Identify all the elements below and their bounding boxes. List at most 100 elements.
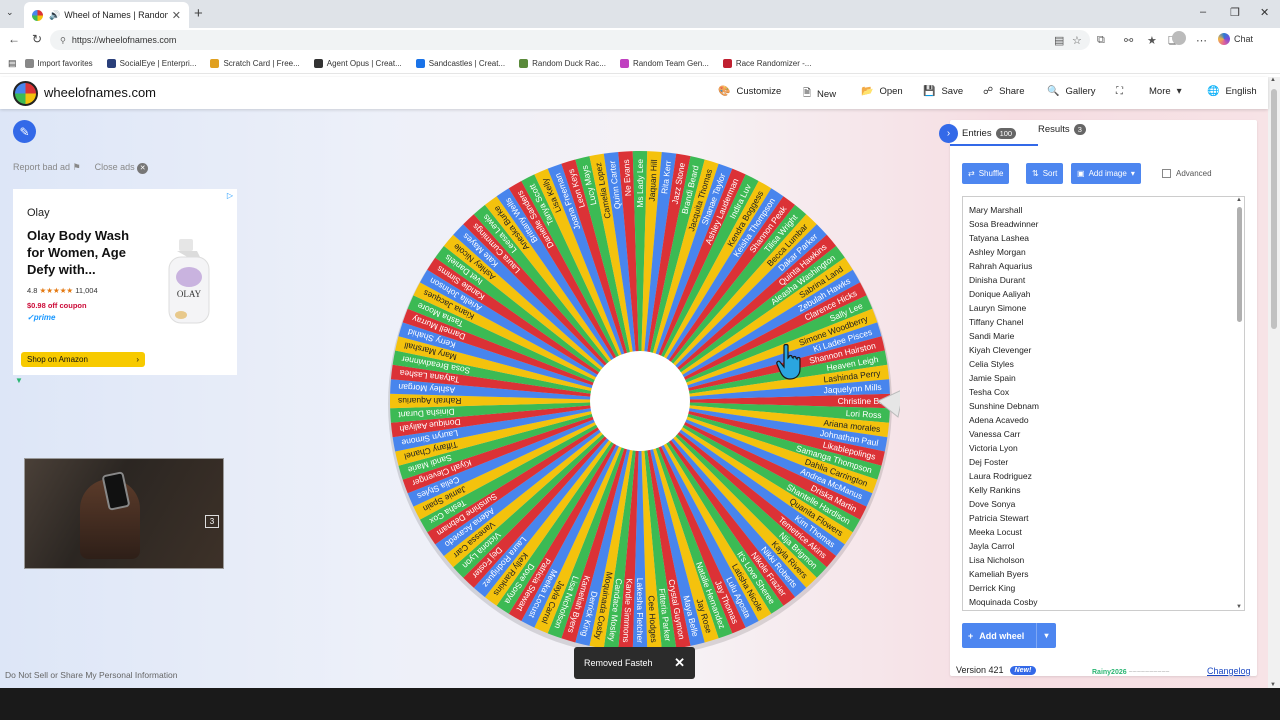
bookmark-item[interactable]: SocialEye | Enterpri...	[106, 59, 196, 68]
product-image[interactable]: OLAY	[161, 237, 221, 327]
entry-item[interactable]: Meeka Locust	[969, 525, 1244, 539]
entry-item[interactable]: Sunshine Debnam	[969, 399, 1244, 413]
entry-item[interactable]: Vanessa Carr	[969, 427, 1244, 441]
scroll-up-icon[interactable]: ▲	[1236, 197, 1242, 203]
wheel-center[interactable]	[590, 351, 690, 451]
adchoices-icon[interactable]: ▷	[227, 191, 233, 200]
bookmark-item[interactable]: Race Randomizer -...	[722, 59, 811, 68]
bookmark-item[interactable]: Agent Opus | Creat...	[313, 59, 402, 68]
entry-item[interactable]: Sosa Breadwinner	[969, 217, 1244, 231]
entry-item[interactable]: Jayla Carrol	[969, 539, 1244, 553]
entry-item[interactable]: Tesha Cox	[969, 385, 1244, 399]
save-button[interactable]: 💾 Save	[923, 86, 963, 97]
entry-item[interactable]: Mary Marshall	[969, 203, 1244, 217]
close-window-icon[interactable]: ✕	[1260, 6, 1269, 19]
entry-item[interactable]: Kelly Rankins	[969, 483, 1244, 497]
speaker-icon[interactable]: 🔊	[49, 10, 60, 21]
entry-item[interactable]: Kiyah Clevenger	[969, 343, 1244, 357]
entry-item[interactable]: Derrick King	[969, 581, 1244, 595]
entry-item[interactable]: Dej Foster	[969, 455, 1244, 469]
entry-item[interactable]: Tiffany Chanel	[969, 315, 1244, 329]
add-wheel-button[interactable]: + Add wheel ▾	[962, 623, 1056, 648]
bookmark-item[interactable]: Random Team Gen...	[619, 59, 709, 68]
tab-entries[interactable]: › Entries 100	[939, 124, 1017, 143]
fullscreen-button[interactable]: ⛶	[1116, 86, 1123, 97]
chat-button[interactable]: Chat	[1218, 33, 1253, 45]
entry-item[interactable]: Moquinada Cosby	[969, 595, 1244, 609]
reader-icon[interactable]: ▤	[1054, 34, 1064, 47]
entries-scrollbar[interactable]	[1237, 207, 1242, 322]
close-toast-icon[interactable]: ✕	[674, 655, 685, 671]
entry-item[interactable]: Lauryn Simone	[969, 301, 1244, 315]
tab-list-icon[interactable]: ⌄	[6, 7, 14, 18]
entry-item[interactable]: Adena Acavedo	[969, 413, 1244, 427]
language-button[interactable]: 🌐 English	[1207, 86, 1257, 97]
entry-item[interactable]: Jamie Spain	[969, 371, 1244, 385]
address-bar[interactable]: ⚲ https://wheelofnames.com	[50, 30, 1090, 50]
favorites-icon[interactable]: ★	[1147, 34, 1157, 47]
share-button[interactable]: ☍ Share	[983, 86, 1025, 97]
ad-headline[interactable]: Olay Body Wash for Women, Age Defy with.…	[27, 227, 137, 278]
entry-item[interactable]: Sandi Marie	[969, 329, 1244, 343]
bookmark-item[interactable]: Random Duck Rac...	[519, 59, 606, 68]
entry-item[interactable]: Ashley Morgan	[969, 245, 1244, 259]
video-ad[interactable]: 3	[24, 458, 224, 569]
customize-button[interactable]: 🎨 Customize	[718, 86, 781, 97]
report-ad-link[interactable]: Report bad ad ⚑	[13, 162, 81, 174]
entry-item[interactable]: Patricia Stewart	[969, 511, 1244, 525]
wheel[interactable]: Christine Br Lori Ross Ariana morales Johna…	[380, 141, 905, 661]
page-scrollbar-thumb[interactable]	[1271, 89, 1277, 329]
entry-item[interactable]: Laura Rodriguez	[969, 469, 1244, 483]
entry-item[interactable]: Kameliah Byers	[969, 567, 1244, 581]
open-button[interactable]: 📂 Open	[861, 86, 903, 97]
sort-button[interactable]: ⇅ Sort	[1026, 163, 1064, 184]
wheel-canvas[interactable]: Christine BrLori RossAriana moralesJohna…	[380, 141, 905, 661]
restore-icon[interactable]: ❐	[1230, 6, 1240, 19]
advanced-checkbox[interactable]	[1162, 169, 1171, 178]
more-button[interactable]: More ▾	[1149, 86, 1182, 97]
new-button[interactable]: 🗎 New	[803, 86, 836, 103]
settings-more-icon[interactable]: ⋯	[1196, 34, 1207, 47]
page-scroll-up-icon[interactable]: ▲	[1270, 77, 1276, 83]
site-info-icon[interactable]: ⚲	[60, 36, 66, 45]
site-name[interactable]: wheelofnames.com	[44, 85, 156, 100]
entries-textarea[interactable]: Mary Marshall Sosa Breadwinner Tatyana Las…	[962, 196, 1245, 611]
close-tab-icon[interactable]: ✕	[172, 9, 181, 22]
gallery-button[interactable]: 🔍 Gallery	[1047, 86, 1096, 97]
do-not-sell-link[interactable]: Do Not Sell or Share My Personal Informa…	[5, 670, 177, 680]
shop-on-amazon-button[interactable]: Shop on Amazon ›	[21, 352, 145, 367]
bookmarks-menu-icon[interactable]: ▤	[8, 58, 17, 69]
entry-item[interactable]: Dinisha Durant	[969, 273, 1244, 287]
bookmark-item[interactable]: Import favorites	[24, 59, 93, 68]
collapse-panel-icon[interactable]: ›	[939, 124, 958, 143]
advanced-toggle[interactable]: Advanced	[1162, 169, 1212, 178]
tab-wheel-of-names[interactable]: 🔊 Wheel of Names | Random na ✕	[24, 2, 189, 28]
entry-item[interactable]: Rahrah Aquarius	[969, 259, 1244, 273]
entry-item[interactable]: Donique Aaliyah	[969, 287, 1244, 301]
close-ads-link[interactable]: Close ads ✕	[95, 162, 149, 174]
site-logo[interactable]	[13, 81, 38, 106]
entry-item[interactable]: Victoria Lyon	[969, 441, 1244, 455]
back-icon[interactable]: ←	[8, 32, 20, 46]
add-image-button[interactable]: ▣ Add image ▾	[1071, 163, 1141, 184]
reload-icon[interactable]: ↻	[32, 32, 42, 46]
entry-item[interactable]: Dove Sonya	[969, 497, 1244, 511]
entry-item[interactable]: Tatyana Lashea	[969, 231, 1244, 245]
favorite-star-icon[interactable]: ☆	[1072, 34, 1082, 47]
url-text[interactable]: https://wheelofnames.com	[72, 35, 177, 45]
split-icon[interactable]: ⚯	[1124, 34, 1133, 47]
scroll-down-icon[interactable]: ▼	[1236, 604, 1242, 610]
shuffle-button[interactable]: ⇄ Shuffle	[962, 163, 1010, 184]
changelog-link[interactable]: Changelog	[1207, 666, 1251, 676]
add-wheel-dropdown-icon[interactable]: ▾	[1036, 623, 1056, 648]
entry-item[interactable]: Lisa Nicholson	[969, 553, 1244, 567]
entry-item[interactable]: Celia Styles	[969, 357, 1244, 371]
profile-avatar[interactable]	[1172, 31, 1186, 45]
new-tab-icon[interactable]: +	[194, 5, 203, 22]
edit-pencil-icon[interactable]: ✎	[13, 120, 36, 143]
tab-results[interactable]: Results 3	[1038, 124, 1086, 135]
minimize-icon[interactable]: –	[1200, 6, 1206, 18]
advertisement[interactable]: ▷ Olay Olay Body Wash for Women, Age Def…	[13, 189, 237, 375]
extensions-icon[interactable]: ⧉	[1097, 34, 1105, 47]
bookmark-item[interactable]: Scratch Card | Free...	[210, 59, 300, 68]
